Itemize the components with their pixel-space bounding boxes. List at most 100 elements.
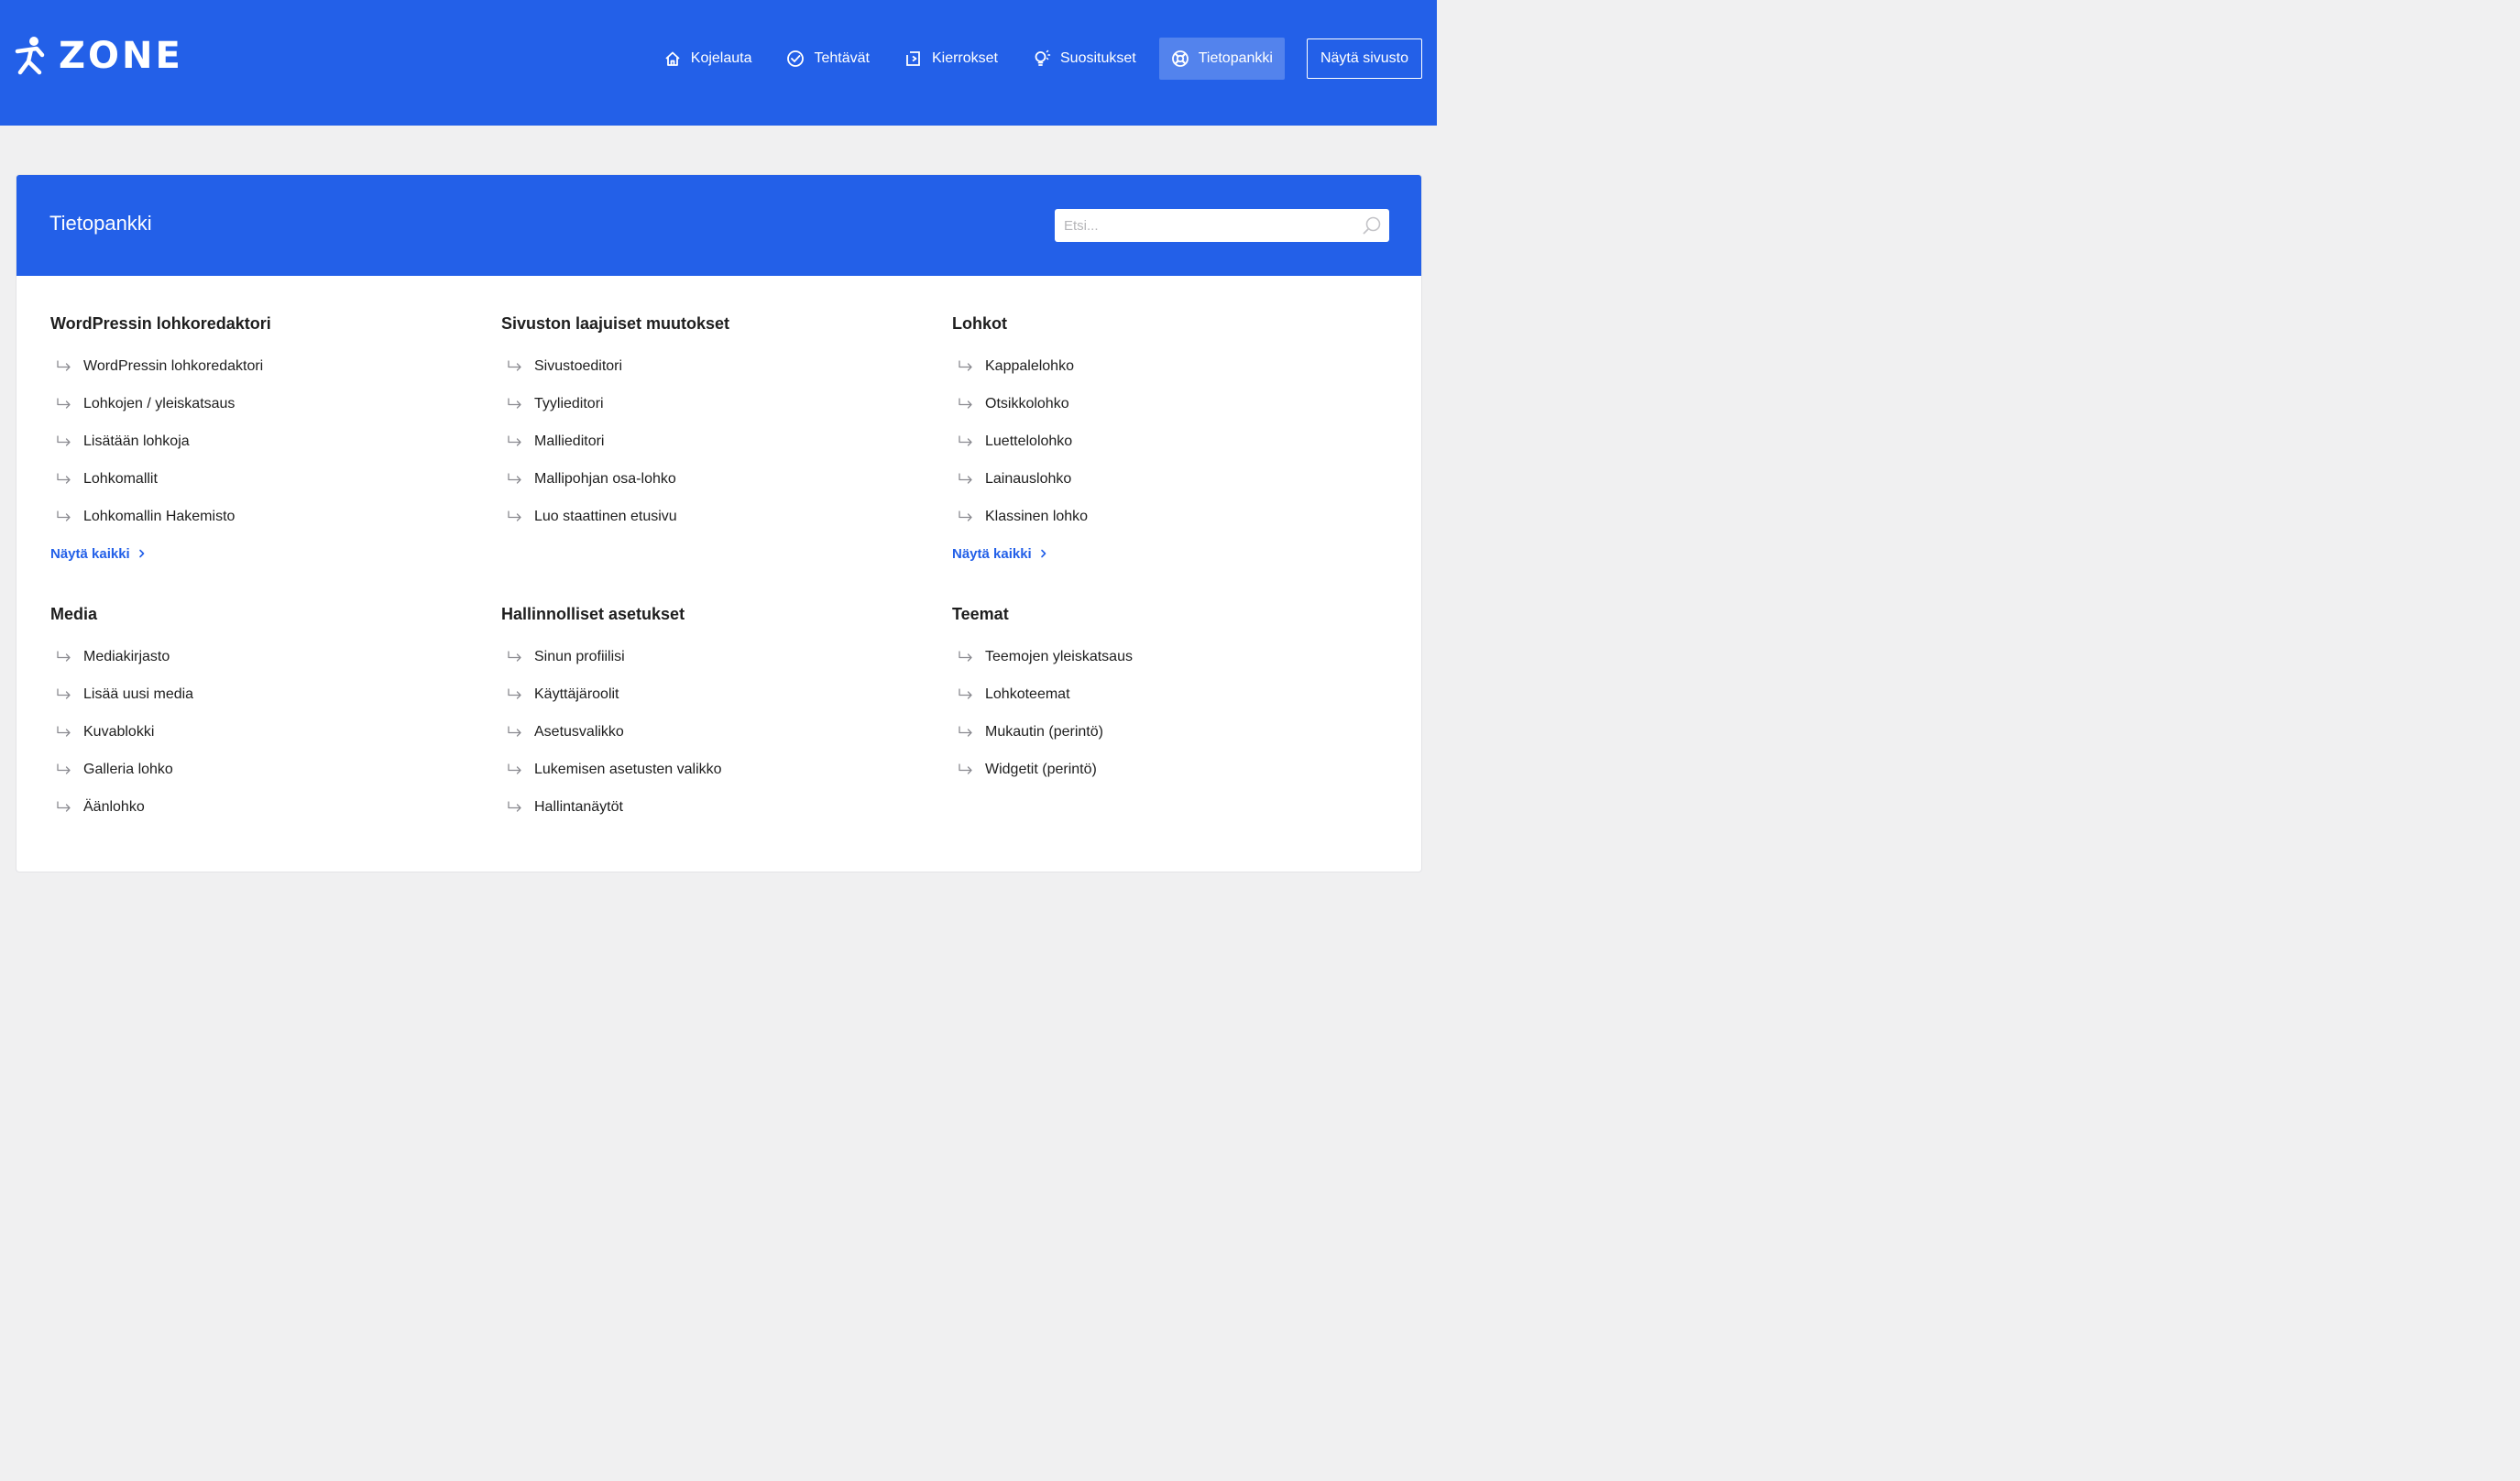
article-link-label: WordPressin lohkoredaktori [83, 357, 264, 374]
article-link[interactable]: Mallieditori [501, 422, 952, 460]
arrow-return-icon [959, 359, 972, 371]
article-link-label: Lohkojen / yleiskatsaus [83, 395, 236, 411]
article-link-label: Mukautin (perintö) [985, 723, 1103, 740]
article-link[interactable]: Teemojen yleiskatsaus [952, 638, 1403, 675]
nav-item-label: Tehtävät [814, 50, 870, 66]
article-link[interactable]: Lukemisen asetusten valikko [501, 751, 952, 788]
article-link[interactable]: Lohkoteemat [952, 675, 1403, 713]
article-link-label: Kuvablokki [83, 723, 155, 740]
kb-section: Hallinnolliset asetukset Sinun profiilis… [501, 603, 952, 826]
article-link[interactable]: Tyylieditori [501, 385, 952, 422]
arrow-return-icon [57, 687, 71, 699]
article-link[interactable]: Lainauslohko [952, 460, 1403, 498]
article-link[interactable]: Otsikkolohko [952, 385, 1403, 422]
arrow-return-icon [57, 397, 71, 409]
article-link-label: Lisää uusi media [83, 686, 194, 702]
arrow-return-icon [57, 510, 71, 521]
article-link[interactable]: Kuvablokki [50, 713, 501, 751]
view-site-button[interactable]: Näytä sivusto [1306, 38, 1422, 79]
article-link[interactable]: Lisätään lohkoja [50, 422, 501, 460]
running-person-icon [15, 37, 45, 75]
arrow-return-icon [508, 762, 521, 774]
article-link-label: Teemojen yleiskatsaus [985, 648, 1133, 664]
nav-item-label: Tietopankki [1198, 50, 1273, 66]
article-link-label: Hallintanäytöt [534, 798, 623, 815]
section-title: Lohkot [952, 314, 1007, 333]
sections-grid: WordPressin lohkoredaktori WordPressin l… [50, 313, 1403, 826]
arrow-return-icon [959, 472, 972, 484]
article-link[interactable]: Hallintanäytöt [501, 788, 952, 826]
article-link[interactable]: Mallipohjan osa-lohko [501, 460, 952, 498]
nav-item-tehtavat[interactable]: Tehtävät [774, 38, 881, 80]
article-list: Sinun profiilisi Käyttäjäroolit Asetusvali… [501, 638, 952, 826]
logo[interactable]: ZONE [15, 35, 183, 77]
section-title: Sivuston laajuiset muutokset [501, 314, 730, 333]
card-header: Tietopankki [16, 175, 1421, 276]
arrow-return-icon [508, 434, 521, 446]
article-link[interactable]: Mukautin (perintö) [952, 713, 1403, 751]
arrow-return-icon [57, 472, 71, 484]
article-link-label: Sivustoeditori [534, 357, 623, 374]
article-link[interactable]: Lohkomallin Hakemisto [50, 498, 501, 535]
article-link-label: Kappalelohko [985, 357, 1074, 374]
article-link-label: Mallipohjan osa-lohko [534, 470, 676, 487]
article-link-label: Mallieditori [534, 433, 605, 449]
article-link-label: Äänlohko [83, 798, 145, 815]
article-link[interactable]: Klassinen lohko [952, 498, 1403, 535]
article-link[interactable]: Lisää uusi media [50, 675, 501, 713]
top-header: ZONE Kojelauta Tehtävät Kierrokset Suosi… [0, 0, 1437, 126]
nav-item-kojelauta[interactable]: Kojelauta [652, 38, 764, 80]
main-nav: Kojelauta Tehtävät Kierrokset Suositukse… [641, 38, 1422, 80]
arrow-return-icon [959, 687, 972, 699]
article-link-label: Lisätään lohkoja [83, 433, 190, 449]
show-all-label: Näytä kaikki [952, 545, 1032, 562]
play-square-icon [906, 51, 920, 66]
lightbulb-icon [1035, 49, 1051, 66]
article-link[interactable]: Widgetit (perintö) [952, 751, 1403, 788]
article-list: Teemojen yleiskatsaus Lohkoteemat Mukautin… [952, 638, 1403, 788]
article-link[interactable]: Lohkomallit [50, 460, 501, 498]
article-link[interactable]: Luettelolohko [952, 422, 1403, 460]
article-link[interactable]: Asetusvalikko [501, 713, 952, 751]
article-link-label: Mediakirjasto [83, 648, 170, 664]
article-link[interactable]: Lohkojen / yleiskatsaus [50, 385, 501, 422]
arrow-return-icon [508, 725, 521, 737]
article-link[interactable]: Mediakirjasto [50, 638, 501, 675]
article-link[interactable]: Luo staattinen etusivu [501, 498, 952, 535]
article-link[interactable]: Äänlohko [50, 788, 501, 826]
article-link[interactable]: Sinun profiilisi [501, 638, 952, 675]
lifebuoy-icon [1171, 50, 1189, 67]
kb-section: Teemat Teemojen yleiskatsaus Lohkoteemat M… [952, 603, 1403, 826]
article-link-label: Luettelolohko [985, 433, 1073, 449]
arrow-return-icon [959, 762, 972, 774]
kb-section: Sivuston laajuiset muutokset Sivustoedit… [501, 313, 952, 563]
article-link[interactable]: Kappalelohko [952, 347, 1403, 385]
search-box [1055, 209, 1389, 242]
arrow-return-icon [508, 397, 521, 409]
search-icon[interactable] [1362, 215, 1382, 236]
arrow-return-icon [959, 434, 972, 446]
article-link[interactable]: Käyttäjäroolit [501, 675, 952, 713]
section-title: Media [50, 605, 98, 623]
arrow-return-icon [57, 800, 71, 812]
arrow-return-icon [57, 434, 71, 446]
show-all-link[interactable]: Näytä kaikki [952, 544, 1048, 563]
nav-item-kierrokset[interactable]: Kierrokset [893, 38, 1010, 80]
arrow-return-icon [57, 725, 71, 737]
article-link-label: Galleria lohko [83, 761, 173, 777]
article-link-label: Sinun profiilisi [534, 648, 625, 664]
article-link[interactable]: Galleria lohko [50, 751, 501, 788]
article-list: Sivustoeditori Tyylieditori Mallieditori Ma… [501, 347, 952, 535]
article-link[interactable]: WordPressin lohkoredaktori [50, 347, 501, 385]
logo-text: ZONE [59, 35, 183, 77]
arrow-return-icon [57, 650, 71, 662]
search-input[interactable] [1055, 209, 1362, 242]
show-all-link[interactable]: Näytä kaikki [50, 544, 147, 563]
nav-item-tietopankki[interactable]: Tietopankki [1158, 38, 1285, 80]
nav-item-suositukset[interactable]: Suositukset [1021, 38, 1148, 80]
article-link-label: Lainauslohko [985, 470, 1072, 487]
arrow-return-icon [508, 359, 521, 371]
article-link-label: Käyttäjäroolit [534, 686, 619, 702]
arrow-return-icon [508, 800, 521, 812]
article-link[interactable]: Sivustoeditori [501, 347, 952, 385]
